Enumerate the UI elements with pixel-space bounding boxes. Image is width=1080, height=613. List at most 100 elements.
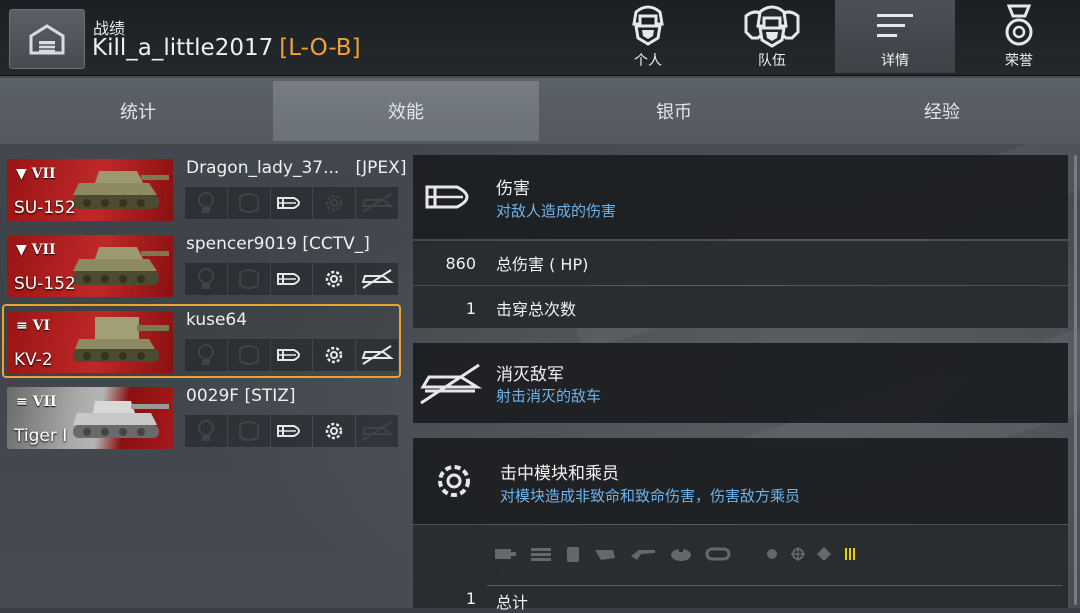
sub-tabs: 统计 效能 银币 经验	[0, 78, 1080, 144]
tier-label: ≡ VII	[16, 394, 57, 410]
commander-icon	[791, 547, 805, 561]
damage-row-penetrations: 1 击穿总次数	[413, 286, 1068, 328]
player-clan-tag: [L-O-B]	[279, 35, 361, 61]
tab-personal-label: 个人	[634, 53, 662, 69]
tank-name: Tiger I	[14, 426, 68, 446]
penetrations-value: 1	[465, 298, 476, 318]
lightbulb-icon	[185, 339, 227, 371]
destroyed-title: 消灭敌军	[496, 365, 564, 385]
player-name-line: Kill_a_little2017 [L-O-B]	[92, 35, 361, 61]
track-icon	[227, 187, 270, 219]
destroyed-tank-icon	[420, 363, 483, 405]
tier-label: ≡ VI	[16, 318, 51, 334]
modules-total-row: 1 总计	[413, 589, 1068, 613]
achievement-icons	[185, 339, 399, 371]
gear-icon	[313, 187, 356, 219]
track-icon	[227, 263, 270, 295]
gun-icon	[631, 550, 655, 560]
subtab-efficiency[interactable]: 效能	[273, 81, 539, 141]
player-row[interactable]: ≡ VII Tiger I 0029F [STIZ]	[4, 382, 399, 452]
home-button[interactable]	[9, 9, 85, 69]
track-icon	[705, 547, 731, 561]
details-scrollbar[interactable]	[1074, 155, 1077, 605]
player-name: 0029F [STIZ]	[186, 386, 296, 406]
destroyed-tank-icon	[356, 263, 398, 295]
team-helmets-icon	[744, 5, 800, 48]
damage-section-header: 伤害 对敌人造成的伤害	[413, 155, 1068, 239]
lightbulb-icon	[185, 415, 227, 447]
shell-icon	[270, 263, 313, 295]
medal-icon	[1005, 4, 1033, 46]
details-lines-icon	[877, 14, 913, 37]
loader-icon	[845, 548, 855, 560]
top-bar: 战绩 Kill_a_little2017 [L-O-B] 个人 队伍 详情 荣誉	[0, 0, 1080, 76]
tab-details[interactable]: 详情	[835, 0, 955, 73]
tank-name: SU-152	[14, 274, 76, 294]
tank-image	[73, 317, 169, 362]
player-name: Dragon_lady_37... [JPEX]	[186, 158, 407, 178]
garage-icon	[29, 24, 65, 55]
destroyed-tank-icon	[356, 415, 398, 447]
tank-image	[73, 171, 169, 209]
tank-card: ▼ VII SU-152	[7, 235, 173, 297]
tank-card: ≡ VII Tiger I	[7, 387, 173, 449]
player-name: Kill_a_little2017	[92, 35, 274, 61]
details-panel: 伤害 对敌人造成的伤害 860 总伤害 ( HP) 1 击穿总次数 消灭敌军 射…	[413, 152, 1069, 612]
achievement-icons	[185, 263, 399, 295]
soldier-helmet-icon	[632, 5, 664, 46]
track-icon	[227, 339, 270, 371]
lightbulb-icon	[185, 187, 227, 219]
modules-breakdown: 1 总计	[413, 525, 1068, 612]
player-row[interactable]: ▼ VII SU-152 Dragon_lady_37... [JPEX]	[4, 154, 406, 224]
tier-label: ▼ VII	[16, 166, 56, 182]
tier-label: ▼ VII	[16, 242, 56, 258]
damage-title: 伤害	[496, 179, 530, 199]
optics-icon	[767, 549, 777, 559]
shell-icon	[425, 185, 469, 209]
tab-team-label: 队伍	[758, 53, 786, 69]
destroyed-subtitle: 射击消灭的敌车	[496, 387, 602, 405]
radio-icon	[595, 550, 615, 560]
ammo-rack-icon	[531, 548, 551, 561]
fuel-tank-icon	[567, 547, 579, 562]
player-list: ▼ VII SU-152 Dragon_lady_37... [JPEX] ▼ …	[0, 150, 406, 460]
achievement-icons	[185, 415, 399, 447]
tank-name: KV-2	[14, 350, 53, 370]
modules-section-header: 击中模块和乘员 对模块造成非致命和致命伤害，伤害敌方乘员	[413, 438, 1068, 524]
damage-row-total: 860 总伤害 ( HP)	[413, 241, 1068, 285]
gunner-icon	[817, 547, 831, 561]
total-damage-value: 860	[445, 253, 476, 273]
destroyed-tank-icon	[356, 339, 398, 371]
achievement-icons	[185, 187, 399, 219]
module-icons-strip	[493, 545, 869, 563]
total-damage-label: 总伤害 ( HP)	[496, 255, 589, 274]
gear-icon	[313, 339, 356, 371]
player-row[interactable]: ▼ VII SU-152 spencer9019 [CCTV_]	[4, 230, 399, 300]
turret-icon	[671, 548, 691, 561]
gear-icon	[438, 465, 470, 497]
lightbulb-icon	[185, 263, 227, 295]
shell-icon	[270, 187, 313, 219]
tab-honors[interactable]: 荣誉	[959, 0, 1079, 73]
player-name: kuse64	[186, 310, 248, 330]
tab-team[interactable]: 队伍	[712, 0, 832, 73]
player-name: spencer9019 [CCTV_]	[186, 234, 370, 254]
subtab-experience[interactable]: 经验	[809, 81, 1075, 141]
tank-image	[73, 401, 169, 438]
track-icon	[227, 415, 270, 447]
subtab-credits[interactable]: 银币	[541, 81, 807, 141]
destroyed-section-header: 消灭敌军 射击消灭的敌车	[413, 343, 1068, 423]
gear-icon	[313, 263, 356, 295]
engine-icon	[495, 549, 516, 559]
shell-icon	[270, 415, 313, 447]
tank-name: SU-152	[14, 198, 76, 218]
subtab-statistics[interactable]: 统计	[5, 81, 271, 141]
modules-total-label: 总计	[496, 593, 529, 612]
damage-subtitle: 对敌人造成的伤害	[496, 202, 617, 220]
tank-card: ≡ VI KV-2	[7, 311, 173, 373]
tank-image	[73, 247, 169, 285]
modules-subtitle: 对模块造成非致命和致命伤害，伤害敌方乘员	[500, 487, 801, 505]
tab-personal[interactable]: 个人	[588, 0, 708, 73]
player-row-selected[interactable]: ≡ VI KV-2 kuse64	[2, 304, 401, 378]
destroyed-tank-icon	[356, 187, 398, 219]
